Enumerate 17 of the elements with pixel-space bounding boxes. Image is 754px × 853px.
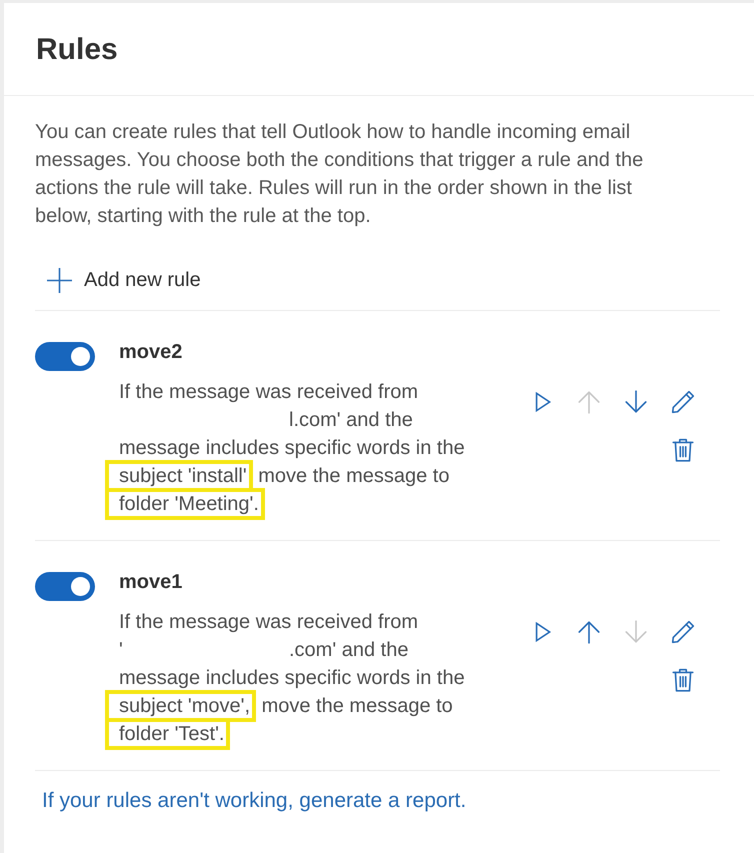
up-arrow-icon[interactable]: [576, 619, 602, 645]
page-title: Rules: [36, 32, 118, 68]
pencil-icon[interactable]: [670, 619, 696, 645]
trash-icon[interactable]: [670, 667, 696, 693]
toggle-switch[interactable]: [35, 342, 95, 371]
rule-name: move1: [119, 570, 182, 595]
intro-text: You can create rules that tell Outlook how to handle incoming email messages. You choose both the conditions that trigger a rule and the actions the rule will take. Rules will run in the order shown in the list below, starting with the rule at the top.: [35, 120, 644, 229]
add-rule-button[interactable]: Add new rule: [35, 260, 201, 300]
pencil-icon[interactable]: [670, 389, 696, 415]
generate-report-link[interactable]: If your rules aren't working, generate a report.: [42, 789, 466, 812]
trash-icon[interactable]: [670, 437, 696, 463]
rule-name: move2: [119, 340, 182, 365]
plus-icon: [47, 268, 72, 292]
highlighted-text: folder 'Meeting'.: [105, 488, 265, 520]
highlighted-text: subject 'move',: [105, 690, 256, 722]
down-arrow-icon[interactable]: [623, 389, 649, 415]
toggle-switch[interactable]: [35, 572, 95, 601]
